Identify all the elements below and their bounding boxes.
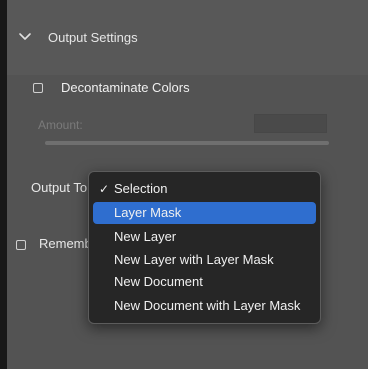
output-settings-header[interactable]: Output Settings	[7, 0, 368, 75]
output-to-dropdown-menu: ✓ Selection Layer Mask New Layer New Lay…	[88, 171, 321, 324]
remember-settings-checkbox[interactable]	[16, 240, 26, 250]
decontaminate-colors-checkbox[interactable]	[33, 83, 43, 93]
menu-item-new-document[interactable]: New Document	[93, 271, 316, 293]
decontaminate-colors-label: Decontaminate Colors	[61, 80, 190, 95]
menu-item-selection[interactable]: ✓ Selection	[93, 178, 316, 200]
amount-slider[interactable]	[45, 141, 329, 145]
amount-field[interactable]	[254, 114, 327, 133]
remember-settings-label: Remember Settings	[39, 236, 95, 251]
menu-item-new-layer-with-mask[interactable]: New Layer with Layer Mask	[93, 249, 316, 271]
output-to-label: Output To:	[31, 180, 91, 195]
menu-item-layer-mask[interactable]: Layer Mask	[93, 202, 316, 224]
amount-label: Amount:	[38, 118, 83, 132]
section-title: Output Settings	[48, 30, 138, 45]
chevron-down-icon[interactable]	[18, 31, 32, 43]
menu-item-new-document-with-mask[interactable]: New Document with Layer Mask	[93, 295, 316, 317]
menu-item-new-layer[interactable]: New Layer	[93, 226, 316, 248]
checkmark-icon: ✓	[99, 182, 110, 196]
